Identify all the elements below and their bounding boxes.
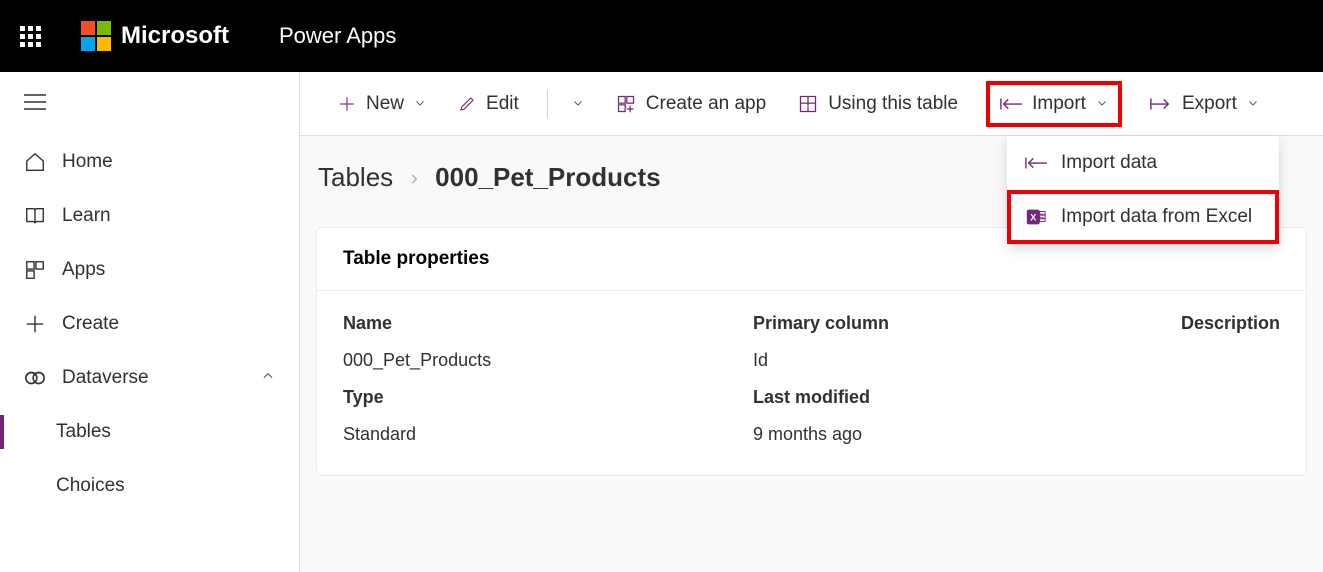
split-separator — [547, 90, 548, 118]
excel-icon: X — [1025, 206, 1047, 228]
sidebar-item-choices[interactable]: Choices — [0, 459, 299, 513]
table-icon — [798, 94, 818, 114]
sidebar: Home Learn Apps Create Dataverse — [0, 72, 300, 572]
cmd-label: Export — [1182, 93, 1237, 115]
sidebar-item-apps[interactable]: Apps — [0, 243, 299, 297]
microsoft-logo-icon — [81, 21, 111, 51]
hamburger-button[interactable] — [0, 84, 299, 135]
sidebar-item-dataverse[interactable]: Dataverse — [0, 351, 299, 405]
chevron-down-icon — [1247, 93, 1259, 115]
breadcrumb-current: 000_Pet_Products — [435, 162, 660, 193]
svg-text:X: X — [1030, 213, 1037, 223]
cmd-label: Using this table — [828, 93, 958, 115]
import-data-item[interactable]: Import data — [1007, 136, 1279, 190]
edit-icon — [458, 95, 476, 113]
book-icon — [24, 205, 46, 227]
sidebar-item-label: Choices — [56, 475, 125, 497]
cmd-label: Import — [1032, 93, 1086, 115]
sidebar-item-learn[interactable]: Learn — [0, 189, 299, 243]
export-icon — [1150, 96, 1172, 112]
label-last-modified: Last modified — [753, 387, 1163, 408]
sidebar-item-label: Home — [62, 151, 113, 173]
label-type: Type — [343, 387, 753, 408]
sidebar-item-label: Apps — [62, 259, 105, 281]
cmd-label: Edit — [486, 93, 519, 115]
plus-icon — [338, 95, 356, 113]
import-excel-item[interactable]: X Import data from Excel — [1007, 190, 1279, 244]
dataverse-icon — [24, 367, 46, 389]
app-launcher-icon[interactable] — [20, 26, 41, 47]
plus-icon — [24, 313, 46, 335]
value-primary-column: Id — [753, 350, 1163, 371]
cmd-label: New — [366, 93, 404, 115]
chevron-down-icon — [1096, 93, 1108, 115]
global-header: Microsoft Power Apps — [0, 0, 1323, 72]
command-bar: New Edit Create a — [300, 72, 1323, 136]
value-type: Standard — [343, 424, 753, 445]
app-plus-icon — [616, 94, 636, 114]
label-name: Name — [343, 313, 753, 334]
import-icon — [1025, 155, 1047, 171]
value-name: 000_Pet_Products — [343, 350, 753, 371]
label-primary-column: Primary column — [753, 313, 1163, 334]
sidebar-item-home[interactable]: Home — [0, 135, 299, 189]
chevron-down-icon — [572, 93, 584, 115]
edit-button[interactable]: Edit — [454, 87, 523, 121]
breadcrumb-root[interactable]: Tables — [318, 162, 393, 193]
sidebar-item-create[interactable]: Create — [0, 297, 299, 351]
dropdown-label: Import data — [1061, 152, 1157, 174]
export-button[interactable]: Export — [1146, 87, 1263, 121]
apps-icon — [24, 259, 46, 281]
sidebar-item-label: Tables — [56, 421, 111, 443]
sidebar-item-tables[interactable]: Tables — [0, 405, 299, 459]
brand-text: Microsoft — [121, 22, 229, 50]
sidebar-item-label: Learn — [62, 205, 111, 227]
table-properties-card: Table properties Name Primary column Des… — [316, 227, 1307, 476]
label-description: Description — [1163, 313, 1280, 334]
cmd-label: Create an app — [646, 93, 766, 115]
import-button[interactable]: Import — [986, 81, 1122, 127]
sidebar-item-label: Dataverse — [62, 367, 149, 389]
chevron-down-icon — [414, 93, 426, 115]
import-icon — [1000, 96, 1022, 112]
using-table-button[interactable]: Using this table — [794, 87, 962, 121]
create-app-button[interactable]: Create an app — [612, 87, 770, 121]
new-button[interactable]: New — [334, 87, 430, 121]
content-area: New Edit Create a — [300, 72, 1323, 572]
app-name: Power Apps — [279, 23, 396, 49]
dropdown-label: Import data from Excel — [1061, 206, 1252, 228]
edit-split-button[interactable] — [572, 87, 588, 121]
import-dropdown: Import data X Import data from Excel — [1007, 136, 1279, 244]
sidebar-item-label: Create — [62, 313, 119, 335]
chevron-up-icon — [261, 367, 275, 389]
chevron-right-icon — [407, 162, 421, 193]
home-icon — [24, 151, 46, 173]
value-last-modified: 9 months ago — [753, 424, 1163, 445]
